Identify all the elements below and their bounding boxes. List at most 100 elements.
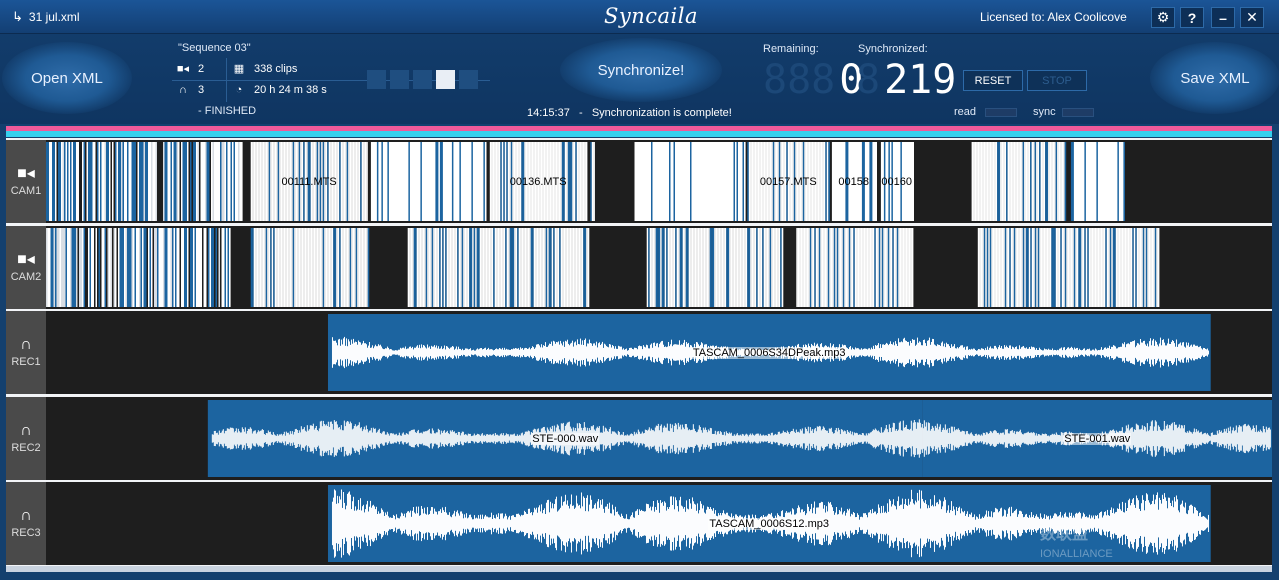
waveform-bar xyxy=(466,348,468,357)
waveform-bar xyxy=(681,227,683,307)
clip-name[interactable]: STE-000.wav xyxy=(531,432,600,445)
waveform-bar xyxy=(194,227,197,307)
waveform-bar xyxy=(441,142,443,221)
settings-button[interactable]: ⚙ xyxy=(1151,7,1175,28)
clip-name[interactable]: TASCAM_0006S34DPeak.mp3 xyxy=(691,347,847,359)
waveform-bar xyxy=(610,513,612,534)
waveform-bar xyxy=(415,142,418,221)
waveform-bar xyxy=(1190,344,1192,361)
waveform-bar xyxy=(1018,227,1020,307)
waveform-bar xyxy=(748,434,750,442)
clip-name[interactable]: 00136.MTS xyxy=(510,176,567,188)
waveform-bar xyxy=(623,518,625,529)
waveform-bar xyxy=(387,347,389,358)
waveform-bar xyxy=(1264,431,1266,445)
synchronize-button[interactable]: Synchronize! xyxy=(560,38,722,102)
waveform-bar xyxy=(628,434,630,442)
waveform-bar xyxy=(790,430,792,446)
waveform-bar xyxy=(681,424,683,452)
waveform-bar xyxy=(362,428,364,448)
waveform-bar xyxy=(587,227,590,307)
waveform-bar xyxy=(1198,346,1200,359)
track-area[interactable]: 00111.MTS 00136.MTS 00157.MTS 00158 00160 xyxy=(46,140,1272,223)
clip-name[interactable]: STE-001.wav xyxy=(1063,432,1132,445)
waveform-bar xyxy=(331,423,333,453)
waveform-bar xyxy=(797,227,800,307)
clip-name[interactable]: TASCAM_0006S12.mp3 xyxy=(708,518,830,530)
waveform-bar xyxy=(357,424,359,452)
waveform-bar xyxy=(1190,431,1192,445)
waveform-bar xyxy=(563,227,566,307)
waveform-bar xyxy=(521,432,523,444)
waveform-bar xyxy=(1002,432,1004,444)
waveform-bar xyxy=(124,142,126,221)
waveform-bar xyxy=(360,344,362,361)
file-indicator[interactable]: ↳ 31 jul.xml xyxy=(12,9,80,25)
clip-name[interactable]: 00111.MTS xyxy=(281,176,336,188)
stop-button[interactable]: STOP xyxy=(1027,70,1087,91)
waveform-bar xyxy=(464,433,466,443)
waveform-bar xyxy=(585,346,587,359)
track-area[interactable] xyxy=(46,226,1272,309)
clip-name[interactable]: 00157.MTS xyxy=(760,176,817,188)
waveform-bar xyxy=(480,433,482,443)
waveform-bar xyxy=(415,506,417,541)
waveform-bar xyxy=(781,227,784,307)
waveform-bar xyxy=(342,492,344,556)
waveform-bar xyxy=(1203,348,1205,358)
waveform-bar xyxy=(1126,508,1128,539)
waveform-bar xyxy=(1069,347,1071,358)
close-button[interactable]: ✕ xyxy=(1240,7,1264,28)
waveform-bar xyxy=(424,142,427,221)
waveform-bar xyxy=(1267,427,1269,449)
waveform-bar xyxy=(371,432,373,445)
waveform-bar xyxy=(1135,345,1137,360)
waveform-bar xyxy=(494,142,496,221)
waveform-bar xyxy=(435,431,437,445)
waveform-bar xyxy=(775,434,777,442)
waveform-bar xyxy=(412,349,414,356)
waveform-bar xyxy=(475,142,478,221)
waveform-bar xyxy=(1033,347,1035,358)
waveform-bar xyxy=(292,434,294,442)
waveform-bar xyxy=(459,434,461,441)
waveform-bar xyxy=(844,515,846,532)
waveform-bar xyxy=(1194,507,1196,540)
clip-name[interactable]: 00160 xyxy=(881,176,912,188)
clip-name[interactable]: 00158 xyxy=(838,176,869,188)
waveform-bar xyxy=(1043,348,1045,357)
waveform-bar xyxy=(776,433,778,443)
waveform-bar xyxy=(857,434,859,442)
waveform xyxy=(46,142,1125,221)
minimize-button[interactable]: – xyxy=(1211,7,1235,28)
track-area[interactable]: TASCAM_0006S34DPeak.mp3 xyxy=(46,311,1272,394)
waveform-bar xyxy=(488,517,490,530)
waveform-bar xyxy=(831,507,833,540)
waveform-bar xyxy=(310,227,313,307)
waveform-bar xyxy=(1178,343,1180,362)
waveform-bar xyxy=(1012,227,1014,307)
waveform-bar xyxy=(778,227,781,307)
open-xml-button[interactable]: Open XML xyxy=(2,42,132,114)
waveform-bar xyxy=(869,349,871,356)
waveform-bar xyxy=(396,517,398,530)
waveform-bar xyxy=(300,425,302,451)
waveform-bar xyxy=(489,433,491,443)
timeline-scrollbar[interactable] xyxy=(6,566,1272,572)
waveform-bar xyxy=(1148,227,1151,307)
waveform-bar xyxy=(585,497,587,549)
save-xml-button[interactable]: Save XML xyxy=(1150,42,1279,114)
waveform-bar xyxy=(521,227,524,307)
waveform-bar xyxy=(923,502,925,545)
reset-button[interactable]: RESET xyxy=(963,70,1023,91)
track-area[interactable]: STE-000.wav STE-001.wav xyxy=(46,397,1272,480)
waveform-bar xyxy=(717,142,719,221)
waveform-bar xyxy=(137,142,140,221)
help-button[interactable]: ? xyxy=(1180,7,1204,28)
waveform-bar xyxy=(64,227,66,307)
waveform-bar xyxy=(693,227,695,307)
waveform-bar xyxy=(990,511,992,536)
waveform-bar xyxy=(627,350,629,355)
waveform-bar xyxy=(634,433,636,443)
waveform-bar xyxy=(687,227,689,307)
